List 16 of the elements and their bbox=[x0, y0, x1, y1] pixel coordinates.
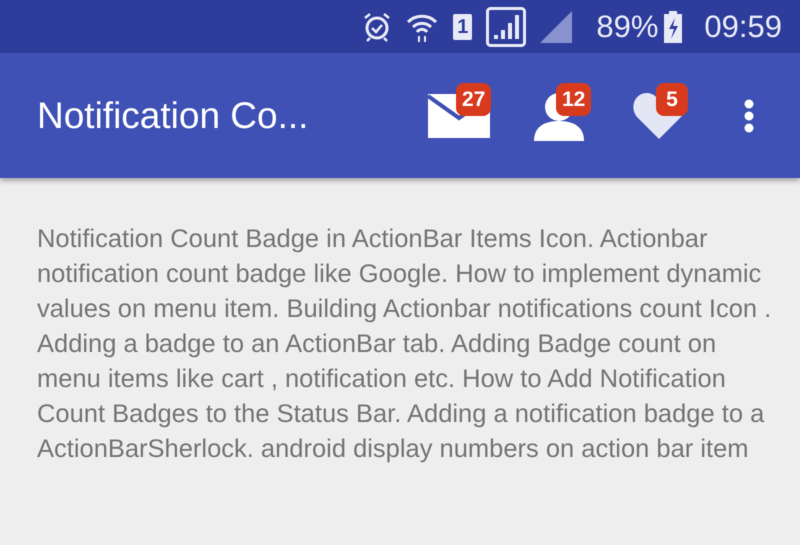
action-item-button[interactable]: 12 bbox=[524, 80, 594, 150]
count-badge: 27 bbox=[456, 82, 492, 116]
battery-charging-icon bbox=[664, 10, 682, 42]
more-vertical-icon bbox=[744, 98, 754, 132]
action-item-button[interactable]: 5 bbox=[624, 80, 694, 150]
signal-icon bbox=[486, 6, 526, 46]
app-title: Notification Co... bbox=[37, 94, 308, 138]
clock-time: 09:59 bbox=[704, 11, 782, 42]
signal-icon bbox=[540, 10, 572, 42]
alarm-clock-icon bbox=[363, 12, 392, 42]
sim-indicator: 1 bbox=[453, 14, 472, 40]
count-badge: 12 bbox=[556, 82, 592, 116]
count-badge: 5 bbox=[656, 82, 688, 116]
description-paragraph: Notification Count Badge in ActionBar Items Icon. Actionbar notification count badge like Google. How to implement dynamic values on menu item. Building Actionbar notifications count Icon . Adding a badge to an ActionBar tab. Adding Badge count on menu items like cart , notification etc. How to Add Notification Count Badges to the Status Bar. Adding a notification badge to a ActionBarSherlock. android display numbers on action bar item bbox=[37, 224, 772, 465]
action-item-button[interactable]: 27 bbox=[424, 80, 494, 150]
battery-percentage: 89% bbox=[596, 11, 658, 42]
